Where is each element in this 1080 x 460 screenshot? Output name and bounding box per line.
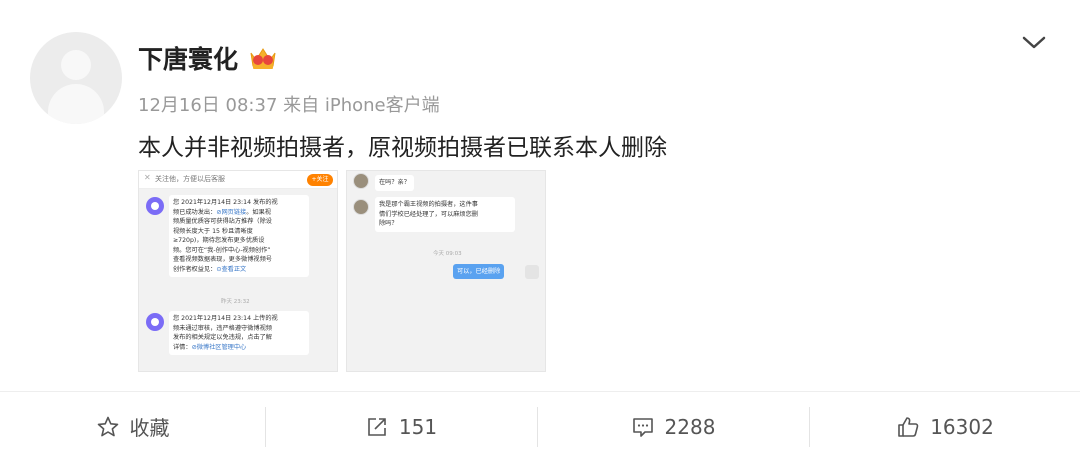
message-line: 详情：⊘微博社区管理中心 [173,343,305,353]
message-line: 频已成功发出：⊘网页链接。如果视 [173,208,305,218]
web-link: ⊘网页链接 [216,208,247,216]
like-button[interactable]: 16302 [810,392,1080,460]
follow-text: 关注他，方便以后客服 [155,175,225,183]
system-avatar-icon [146,197,164,215]
message-line: ≥720p)，期待您发布更多优质设 [173,237,265,244]
message-text: 频已成功发出： [173,208,217,216]
close-icon: ✕ [144,173,151,182]
message-time: 昨天 23:32 [221,299,250,305]
avatar-body-shape [48,84,104,124]
action-bar: 收藏 151 2288 16302 [0,391,1080,460]
comment-button[interactable]: 2288 [538,392,808,460]
star-icon [97,416,118,436]
message-line: 情们学校已经处理了，可以麻烦您删 [379,210,478,218]
repost-icon [368,417,386,436]
attached-image-2[interactable]: 在吗？亲？ 我是那个霸王视频的拍摄者，这件事 情们学校已经处理了，可以麻烦您删 … [346,170,546,372]
chat-avatar [353,199,369,215]
view-post-link: ⊙查看正文 [216,265,247,273]
crown-icon [250,48,276,69]
system-message-1: 您 2021年12月14日 23:14 发布的视 频已成功发出：⊘网页链接。如果… [169,195,309,277]
chat-message-2: 我是那个霸王视频的拍摄者，这件事 情们学校已经处理了，可以麻烦您删 除吗？ [375,197,515,232]
message-line: 您 2021年12月14日 23:14 发布的视 [173,199,278,206]
avatar-head-shape [61,50,91,80]
message-line: 除吗？ [379,220,398,227]
chat-message-1: 在吗？亲？ [375,175,414,191]
like-count: 16302 [930,414,994,439]
system-avatar-icon [146,313,164,331]
repost-button[interactable]: 151 [266,392,536,460]
message-line: 频。您可在“我-创作中心-视频创作” [173,246,271,254]
message-line: 频未通过审核，违严格遵守微博视频 [173,324,272,332]
chevron-down-icon[interactable] [1020,32,1048,52]
message-line: 视频长度大于 15 秒且清晰度 [173,227,253,235]
message-line: 频质量优质容可获得站方推荐（除设 [173,218,272,225]
my-avatar [525,265,539,279]
username[interactable]: 下唐寰化 [138,40,238,76]
avatar[interactable] [30,32,122,124]
message-line: 我是那个霸王视频的拍摄者，这件事 [379,201,478,208]
attached-image-1[interactable]: ✕ 关注他，方便以后客服 +关注 您 2021年12月14日 23:14 发布的… [138,170,338,372]
message-line: 您 2021年12月14日 23:14 上传的视 [173,315,278,322]
favorite-button[interactable]: 收藏 [0,392,265,460]
comment-count: 2288 [664,414,716,439]
post-meta: 12月16日 08:37 来自 iPhone客户端 [138,95,440,116]
message-line: 发布的相关规定以免违规，点击了解 [173,334,272,341]
chat-avatar [353,173,369,189]
system-message-2: 您 2021年12月14日 23:14 上传的视 频未通过审核，违严格遵守微博视… [169,311,309,355]
message-text: 创作者权益见： [173,265,217,273]
message-line: 查看视频数据表现，更多微博视频号 [173,256,272,263]
message-text: 。如果视 [246,208,271,216]
message-line: 创作者权益见：⊙查看正文 [173,265,305,275]
repost-count: 151 [398,414,438,439]
follow-button: +关注 [307,174,333,186]
like-icon [898,416,919,437]
message-time: 今天 09:03 [433,251,462,257]
reply-message: 可以，已经删除 [453,264,505,279]
comment-icon [632,417,653,437]
favorite-label: 收藏 [129,416,170,440]
follow-bar: ✕ 关注他，方便以后客服 +关注 [139,171,337,189]
post-content: 本人并非视频拍摄者，原视频拍摄者已联系本人删除 [138,135,667,161]
message-text: 详情： [173,343,192,351]
community-center-link: ⊘微博社区管理中心 [191,343,247,351]
weibo-post: 下唐寰化 12月16日 08:37 来自 iPhone客户端 本人并非视频拍摄者… [0,0,1080,390]
